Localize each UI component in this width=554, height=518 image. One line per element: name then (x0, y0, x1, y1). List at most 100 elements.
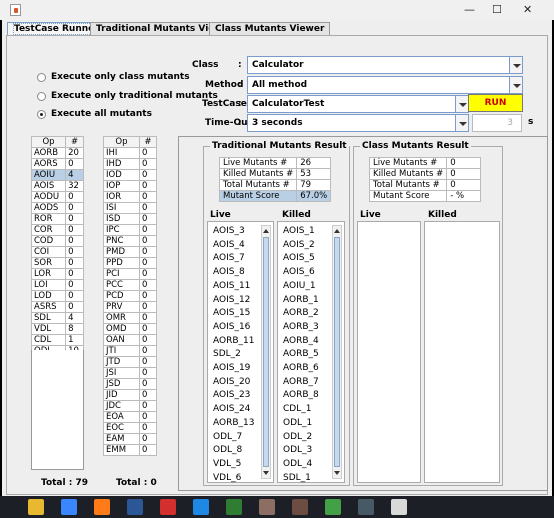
list-item[interactable]: AORB_2 (283, 308, 319, 318)
list-item[interactable]: AOIS_16 (213, 322, 250, 332)
table-row[interactable]: VDL 8 (30, 323, 84, 335)
table-row[interactable]: COR 0 (30, 224, 84, 236)
list-item[interactable]: ODL_2 (283, 432, 312, 442)
list-item[interactable]: AORB_11 (213, 336, 254, 346)
table-row[interactable]: IOD 0 (103, 169, 158, 181)
list-item[interactable]: ODL_8 (213, 445, 242, 455)
table-row[interactable]: JTD 0 (103, 356, 158, 368)
radio-button-selected[interactable] (37, 109, 46, 119)
table-row[interactable]: ISD 0 (103, 213, 158, 225)
table-row[interactable]: SDL 4 (30, 312, 84, 324)
outlook-icon[interactable] (193, 499, 209, 515)
terminal-icon[interactable] (358, 499, 374, 515)
live-list-scrollbar[interactable] (261, 225, 271, 479)
list-item[interactable]: AOIU_1 (283, 281, 316, 291)
table-row[interactable]: EOC 0 (103, 422, 158, 434)
option-all-mutants[interactable]: Execute all mutants (37, 109, 152, 119)
table-row[interactable]: ROR 0 (30, 213, 84, 225)
list-item[interactable]: ODL_1 (283, 418, 312, 428)
list-item[interactable]: AORB_13 (213, 418, 254, 428)
list-item[interactable]: VDL_5 (213, 459, 241, 469)
chevron-down-icon[interactable] (455, 95, 469, 113)
table-row[interactable]: PCI 0 (103, 268, 158, 280)
list-item[interactable]: AOIS_4 (213, 240, 245, 250)
list-item[interactable]: ODL_7 (213, 432, 242, 442)
notepad-icon[interactable] (259, 499, 275, 515)
chevron-down-icon[interactable] (509, 56, 523, 74)
chrome-icon[interactable] (61, 499, 77, 515)
table-row[interactable]: AOIU 4 (30, 169, 84, 181)
list-item[interactable]: AORB_6 (283, 363, 319, 373)
list-item[interactable]: AOIS_5 (283, 253, 315, 263)
list-item[interactable]: AORB_4 (283, 336, 319, 346)
table-row[interactable]: OMR 0 (103, 312, 158, 324)
table-row[interactable]: EOA 0 (103, 411, 158, 423)
list-item[interactable]: AOIS_8 (213, 267, 245, 277)
radio-button[interactable] (37, 72, 46, 82)
table-row[interactable]: AORB 20 (30, 147, 84, 159)
close-button[interactable]: ✕ (523, 3, 532, 16)
table-row[interactable]: PCD 0 (103, 290, 158, 302)
timeout-spinner[interactable]: 3 (472, 114, 522, 132)
table-row[interactable]: CDL 1 (30, 334, 84, 346)
tab-class-mutants-viewer[interactable]: Class Mutants Viewer (209, 22, 331, 36)
list-item[interactable]: AOIS_23 (213, 390, 250, 400)
chevron-down-icon[interactable] (455, 114, 469, 132)
table-row[interactable]: AORS 0 (30, 158, 84, 170)
list-item[interactable]: AOIS_2 (283, 240, 315, 250)
list-item[interactable]: ODL_3 (283, 445, 312, 455)
list-item[interactable]: AOIS_15 (213, 308, 250, 318)
list-item[interactable]: SDL_2 (213, 349, 241, 359)
live-mutants-list[interactable]: AOIS_3 AOIS_4 AOIS_7 AOIS_8 AOIS_11 AOIS_12 AO… (207, 221, 274, 483)
run-button[interactable]: RUN (468, 94, 523, 112)
file-explorer-icon[interactable] (28, 499, 44, 515)
table-row[interactable]: AODU 0 (30, 191, 84, 203)
scroll-thumb[interactable] (263, 237, 269, 467)
table-row[interactable]: IPC 0 (103, 224, 158, 236)
class-killed-mutants-list[interactable] (424, 221, 500, 483)
maximize-button[interactable]: ☐ (492, 3, 502, 16)
radio-button[interactable] (37, 91, 46, 101)
table-row[interactable]: AOIS 32 (30, 180, 84, 192)
list-item[interactable]: ODL_4 (283, 459, 312, 469)
scroll-up-icon[interactable] (262, 226, 270, 235)
table-row[interactable]: OAN 0 (103, 334, 158, 346)
scroll-up-icon[interactable] (333, 226, 341, 235)
table-row[interactable]: IHI 0 (103, 147, 158, 159)
word-icon[interactable] (127, 499, 143, 515)
list-item[interactable]: AOIS_12 (213, 295, 250, 305)
acrobat-icon[interactable] (160, 499, 176, 515)
table-row[interactable]: COD 0 (30, 235, 84, 247)
scroll-down-icon[interactable] (333, 469, 341, 478)
table-row[interactable]: AODS 0 (30, 202, 84, 214)
java-icon[interactable] (391, 499, 407, 515)
list-item[interactable]: SDL_1 (283, 473, 311, 483)
list-item[interactable]: AOIS_7 (213, 253, 245, 263)
chevron-down-icon[interactable] (509, 76, 523, 94)
list-item[interactable]: AOIS_1 (283, 226, 315, 236)
scroll-thumb[interactable] (334, 237, 340, 467)
class-select[interactable]: Calculator (247, 56, 523, 74)
testcase-select[interactable]: CalculatorTest (247, 95, 469, 113)
table-row[interactable]: EAM 0 (103, 433, 158, 445)
option-traditional-mutants[interactable]: Execute only traditional mutants (37, 91, 218, 101)
list-item[interactable]: CDL_1 (283, 404, 311, 414)
list-item[interactable]: AORB_7 (283, 377, 319, 387)
table-row[interactable]: IOP 0 (103, 180, 158, 192)
minimize-button[interactable]: — (464, 3, 475, 16)
table-row[interactable]: JDC 0 (103, 400, 158, 412)
photos-icon[interactable] (226, 499, 242, 515)
killed-mutants-list[interactable]: AOIS_1 AOIS_2 AOIS_5 AOIS_6 AOIU_1 AORB_1 AORB… (277, 221, 345, 483)
list-item[interactable]: AOIS_19 (213, 363, 250, 373)
table-row[interactable]: ISI 0 (103, 202, 158, 214)
list-item[interactable]: AORB_8 (283, 390, 319, 400)
option-class-mutants[interactable]: Execute only class mutants (37, 72, 190, 82)
list-item[interactable]: AORB_5 (283, 349, 319, 359)
table-row[interactable]: JSI 0 (103, 367, 158, 379)
list-item[interactable]: VDL_6 (213, 473, 241, 483)
table-row[interactable]: IOR 0 (103, 191, 158, 203)
list-item[interactable]: AOIS_11 (213, 281, 250, 291)
game-icon[interactable] (292, 499, 308, 515)
wechat-icon[interactable] (325, 499, 341, 515)
table-row[interactable]: LOI 0 (30, 279, 84, 291)
